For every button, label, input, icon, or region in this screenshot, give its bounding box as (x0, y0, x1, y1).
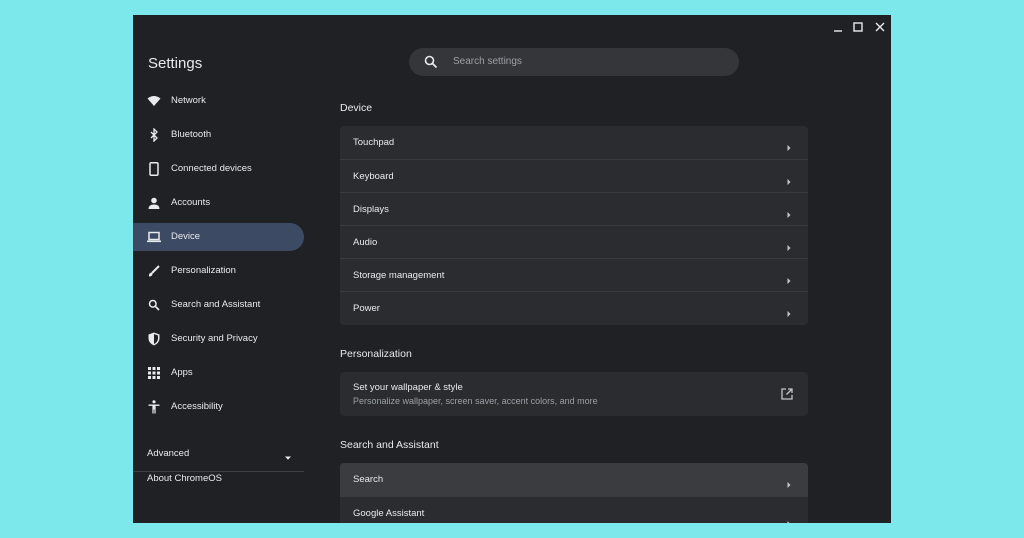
apps-grid-icon (146, 365, 162, 381)
chevron-right-icon (786, 305, 792, 317)
caret-down-icon (284, 449, 292, 460)
sidebar-item-label: Accessibility (171, 401, 223, 412)
list-item[interactable]: Audio (340, 225, 808, 258)
row-label: Search (353, 474, 384, 485)
wallpaper-style-row[interactable]: Set your wallpaper & style Personalize w… (340, 372, 808, 416)
settings-window: Settings Search settings Network Bluetoo… (133, 15, 891, 523)
person-icon (146, 195, 162, 211)
close-icon[interactable] (872, 19, 888, 35)
sidebar: Network Bluetooth Connected devices Acco… (133, 87, 313, 523)
section-title-search-and-assistant: Search and Assistant (340, 439, 439, 451)
search-assistant-card: Search Google Assistant (340, 463, 808, 523)
brush-icon (146, 263, 162, 279)
title-bar (133, 15, 891, 39)
search-placeholder: Search settings (453, 56, 522, 67)
chevron-right-icon (786, 476, 792, 488)
search-icon (146, 297, 162, 313)
page-title: Settings (148, 55, 203, 72)
sidebar-item-apps[interactable]: Apps (133, 359, 304, 387)
sidebar-item-label: Accounts (171, 197, 211, 208)
chevron-right-icon (786, 515, 792, 523)
list-item[interactable]: Power (340, 291, 808, 324)
sidebar-item-accounts[interactable]: Accounts (133, 189, 304, 217)
device-card: Touchpad Keyboard Displays Audio Storage… (340, 126, 808, 325)
chevron-right-icon (786, 139, 792, 151)
search-icon (423, 54, 439, 70)
sidebar-item-label: Apps (171, 367, 193, 378)
list-item[interactable]: Touchpad (340, 126, 808, 159)
search-input[interactable]: Search settings (409, 48, 739, 76)
sidebar-item-label: Device (171, 231, 201, 242)
sidebar-item-label: Security and Privacy (171, 333, 258, 344)
row-label: Keyboard (353, 171, 394, 182)
sidebar-item-label: Personalization (171, 265, 236, 276)
row-label: Storage management (353, 270, 445, 281)
row-label: Audio (353, 237, 378, 248)
row-label: Touchpad (353, 137, 395, 148)
sidebar-item-personalization[interactable]: Personalization (133, 257, 304, 285)
sidebar-item-search-and-assistant[interactable]: Search and Assistant (133, 291, 304, 319)
sidebar-item-security-and-privacy[interactable]: Security and Privacy (133, 325, 304, 353)
sidebar-item-about-chromeos[interactable]: About ChromeOS (147, 473, 222, 484)
sidebar-item-network[interactable]: Network (133, 87, 304, 115)
wifi-icon (146, 93, 162, 109)
header: Settings Search settings (133, 39, 891, 87)
list-item[interactable]: Storage management (340, 258, 808, 291)
sidebar-item-label: Bluetooth (171, 129, 212, 140)
accessibility-icon (146, 399, 162, 415)
section-title-device: Device (340, 102, 373, 114)
list-item[interactable]: Google Assistant (340, 496, 808, 523)
sidebar-item-accessibility[interactable]: Accessibility (133, 393, 304, 421)
chevron-right-icon (786, 206, 792, 218)
wallpaper-subtitle: Personalize wallpaper, screen saver, acc… (353, 396, 598, 406)
chevron-right-icon (786, 173, 792, 185)
shield-icon (146, 331, 162, 347)
laptop-icon (146, 229, 162, 245)
sidebar-item-label: Search and Assistant (171, 299, 261, 310)
sidebar-divider (133, 471, 304, 472)
open-in-new-icon[interactable] (780, 387, 794, 401)
maximize-icon[interactable] (850, 19, 866, 35)
row-label: Power (353, 303, 380, 314)
sidebar-item-device[interactable]: Device (133, 223, 304, 251)
section-title-personalization: Personalization (340, 348, 412, 360)
sidebar-item-bluetooth[interactable]: Bluetooth (133, 121, 304, 149)
sidebar-advanced-toggle[interactable]: Advanced (133, 439, 304, 467)
chevron-right-icon (786, 239, 792, 251)
bluetooth-icon (146, 127, 162, 143)
sidebar-item-connected-devices[interactable]: Connected devices (133, 155, 304, 183)
wallpaper-title: Set your wallpaper & style (353, 382, 463, 393)
advanced-label: Advanced (147, 448, 190, 459)
sidebar-item-label: Network (171, 95, 206, 106)
list-item[interactable]: Search (340, 463, 808, 496)
list-item[interactable]: Displays (340, 192, 808, 225)
phone-icon (146, 161, 162, 177)
minimize-icon[interactable] (830, 19, 846, 35)
chevron-right-icon (786, 272, 792, 284)
list-item[interactable]: Keyboard (340, 159, 808, 192)
sidebar-item-label: Connected devices (171, 163, 252, 174)
row-label: Google Assistant (353, 508, 425, 519)
row-label: Displays (353, 204, 389, 215)
